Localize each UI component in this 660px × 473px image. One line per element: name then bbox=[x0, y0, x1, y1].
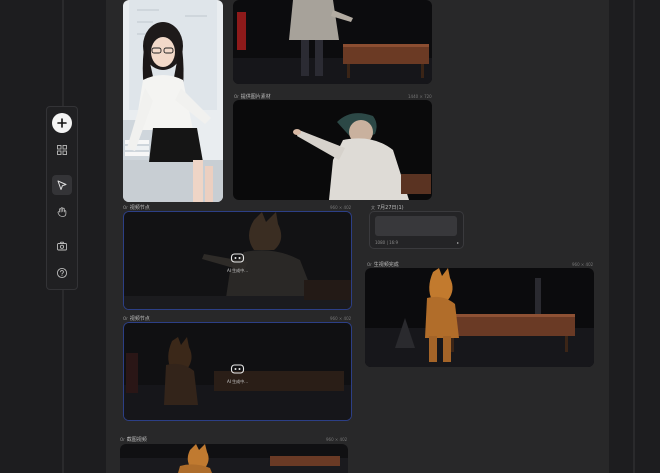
node-tag: Or bbox=[120, 437, 125, 442]
node-tag: Or bbox=[367, 262, 372, 267]
node-title: 截图视频 bbox=[126, 437, 147, 443]
node-tag: Or bbox=[123, 205, 128, 210]
node-title: 视频节点 bbox=[129, 205, 150, 211]
node-size-video-2: 960 × 402 bbox=[330, 316, 352, 321]
cursor-icon bbox=[57, 180, 67, 190]
node-size-generated: 960 × 402 bbox=[572, 262, 594, 267]
add-icon bbox=[57, 118, 67, 128]
grid-icon bbox=[57, 145, 67, 155]
generating-text: AI 生成中... bbox=[226, 378, 249, 384]
grid-button[interactable] bbox=[52, 140, 72, 160]
generating-text: AI 生成中... bbox=[226, 267, 249, 273]
ai-logo-icon bbox=[230, 252, 245, 263]
video-node-2[interactable]: AI 生成中... bbox=[123, 322, 352, 421]
prompt-input[interactable] bbox=[375, 216, 457, 236]
node-label-crop: Or 截图视频 bbox=[120, 436, 147, 443]
portrait-image bbox=[123, 0, 223, 202]
prompt-settings[interactable]: 1080 | 16:9 bbox=[375, 240, 398, 245]
image-node-material[interactable] bbox=[233, 100, 432, 200]
node-label-video-1: Or 视频节点 bbox=[123, 204, 150, 211]
add-node-button[interactable] bbox=[52, 113, 72, 133]
help-icon bbox=[56, 267, 68, 279]
image-node-stage[interactable] bbox=[233, 0, 432, 84]
video-node-1[interactable]: AI 生成中... bbox=[123, 211, 352, 310]
frame-divider-right bbox=[633, 0, 635, 473]
video-node-crop[interactable] bbox=[120, 444, 348, 473]
select-tool-button[interactable] bbox=[52, 175, 72, 195]
screenshot-button[interactable] bbox=[52, 236, 72, 256]
node-label-generated: Or 生视频完成 bbox=[367, 261, 399, 268]
node-label-video-2: Or 视频节点 bbox=[123, 315, 150, 322]
node-title: 视频节点 bbox=[129, 316, 150, 322]
generating-status: AI 生成中... bbox=[227, 359, 248, 385]
ai-logo-icon bbox=[230, 363, 245, 374]
stage-image bbox=[233, 0, 432, 84]
tool-panel bbox=[46, 106, 78, 290]
generating-status: AI 生成中... bbox=[227, 248, 248, 274]
cat-bench-image bbox=[365, 268, 594, 367]
node-size-video-1: 960 × 402 bbox=[330, 205, 352, 210]
cat-crop-image bbox=[120, 444, 348, 473]
node-tag: 文 bbox=[371, 204, 375, 210]
node-size-crop: 960 × 402 bbox=[326, 437, 348, 442]
hand-icon bbox=[57, 207, 67, 217]
help-button[interactable] bbox=[52, 263, 72, 283]
node-tag: Or bbox=[123, 316, 128, 321]
node-size-material: 1440 × 720 bbox=[408, 94, 432, 99]
image-node-portrait[interactable] bbox=[123, 0, 223, 202]
camera-icon bbox=[57, 241, 67, 251]
send-button[interactable]: ▸ bbox=[457, 240, 459, 245]
node-title: 7月27日(1) bbox=[377, 205, 404, 211]
node-title: 提供图片素材 bbox=[240, 94, 271, 100]
prompt-node[interactable]: 1080 | 16:9 ▸ bbox=[369, 211, 464, 249]
node-label-material: Or 提供图片素材 bbox=[234, 93, 271, 100]
pan-tool-button[interactable] bbox=[52, 202, 72, 222]
pointing-man-image bbox=[233, 100, 432, 200]
video-node-generated[interactable] bbox=[365, 268, 594, 367]
node-label-prompt: 文 7月27日(1) bbox=[371, 204, 404, 212]
node-tag: Or bbox=[234, 94, 239, 99]
node-title: 生视频完成 bbox=[373, 262, 399, 268]
